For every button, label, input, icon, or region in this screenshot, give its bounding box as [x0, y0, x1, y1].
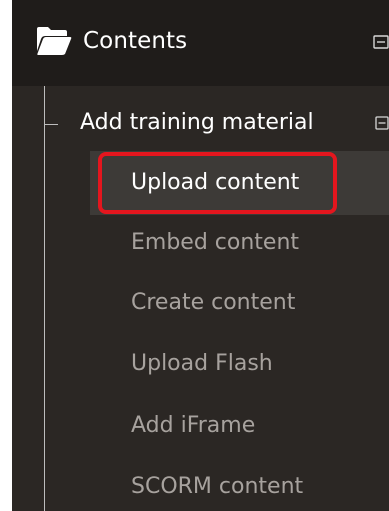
sidebar-item-upload-flash[interactable]: Upload Flash [131, 348, 273, 380]
sidebar-item-add-iframe[interactable]: Add iFrame [131, 410, 255, 442]
left-edge-strip [0, 0, 12, 511]
sidebar-item-embed-content[interactable]: Embed content [131, 227, 299, 259]
tree-branch-line [44, 124, 58, 125]
group-collapse-icon[interactable] [375, 116, 389, 130]
group-add-training-material[interactable]: Add training material [80, 107, 314, 139]
contents-label: Contents [83, 28, 188, 54]
tree-connector-line [44, 86, 45, 511]
collapse-icon[interactable] [373, 35, 389, 49]
sidebar-header-contents[interactable] [12, 0, 389, 86]
sidebar-item-create-content[interactable]: Create content [131, 287, 295, 319]
highlight-annotation-box [98, 152, 337, 214]
sidebar-item-scorm-content[interactable]: SCORM content [131, 471, 303, 503]
folder-open-icon [37, 27, 72, 55]
